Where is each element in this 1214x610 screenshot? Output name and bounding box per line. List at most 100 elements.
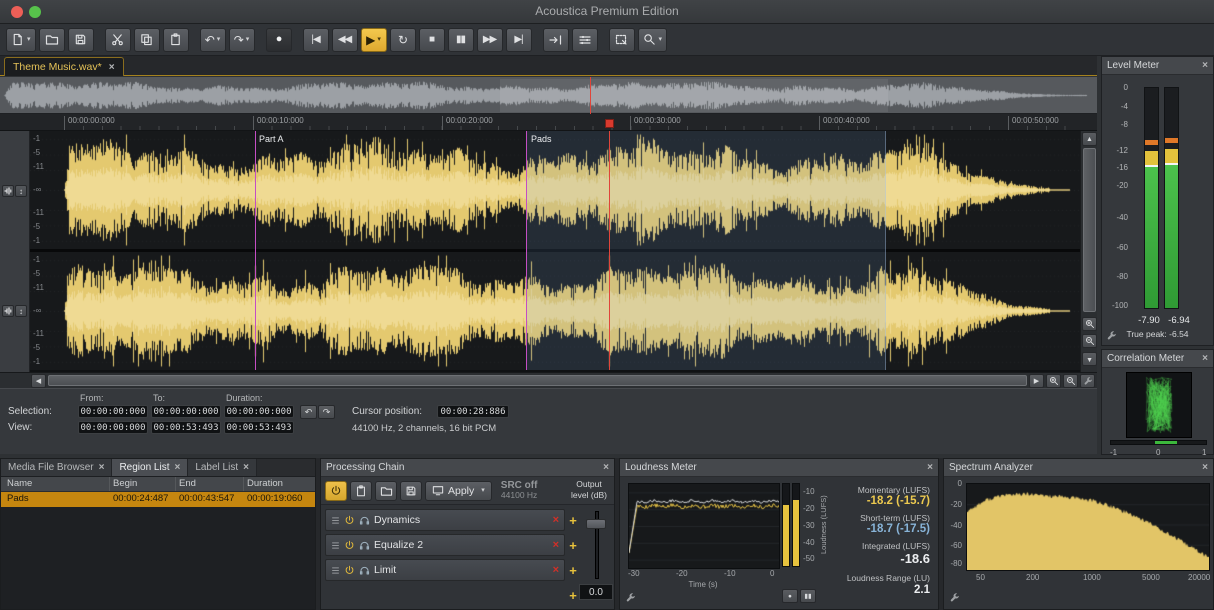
play-button[interactable]: ▶▾ (361, 28, 387, 52)
channel1-resize-button[interactable]: ↕ (15, 185, 27, 197)
chain-item-row[interactable]: Limit × + (325, 559, 581, 581)
processing-chain-header[interactable]: Processing Chain × (321, 459, 614, 477)
selection-to-value[interactable]: 00:00:00:000 (151, 405, 221, 418)
tab-label-list[interactable]: Label List× (188, 459, 257, 476)
remove-effect-icon[interactable]: × (553, 514, 559, 526)
save-file-button[interactable] (68, 28, 94, 52)
channel2-options-button[interactable] (2, 305, 14, 317)
remove-effect-icon[interactable]: × (553, 539, 559, 551)
playhead-marker-handle[interactable] (605, 119, 614, 128)
cut-button[interactable] (105, 28, 131, 52)
region-list-column-header[interactable]: Name Begin End Duration (1, 477, 315, 492)
stop-button[interactable]: ■ (419, 28, 445, 52)
close-panel-icon[interactable]: × (1202, 462, 1208, 473)
chain-save-button[interactable] (400, 481, 422, 501)
rewind-button[interactable]: ◀◀ (332, 28, 358, 52)
view-settings-button[interactable] (1080, 374, 1095, 388)
loudness-meter-header[interactable]: Loudness Meter × (620, 459, 938, 477)
channel1-options-button[interactable] (2, 185, 14, 197)
waveform-display[interactable]: -1 -5 -11 -∞ -11 -5 -1 -1 -5 -11 -∞ -11 … (30, 131, 1080, 372)
drag-handle-icon[interactable] (331, 566, 340, 575)
wrench-icon[interactable] (949, 592, 960, 603)
document-tab[interactable]: Theme Music.wav* × (4, 57, 124, 76)
marker-line-part-a[interactable] (255, 131, 256, 370)
paste-button[interactable] (163, 28, 189, 52)
close-panel-icon[interactable]: × (1202, 60, 1208, 71)
selection-from-value[interactable]: 00:00:00:000 (78, 405, 148, 418)
selection-tool-button[interactable] (609, 28, 635, 52)
chain-copy-button[interactable] (350, 481, 372, 501)
new-file-button[interactable]: ▾ (6, 28, 36, 52)
chain-item[interactable]: Equalize 2 × (325, 534, 565, 556)
column-name[interactable]: Name (7, 478, 32, 489)
effect-rack-button[interactable] (572, 28, 598, 52)
go-to-end-button[interactable]: ▶| (506, 28, 532, 52)
correlation-meter-header[interactable]: Correlation Meter × (1102, 350, 1213, 368)
wrench-icon[interactable] (625, 592, 636, 603)
remove-effect-icon[interactable]: × (553, 564, 559, 576)
region-list-body[interactable]: Pads 00:00:24:487 00:00:43:547 00:00:19:… (1, 492, 315, 609)
chain-item[interactable]: Limit × (325, 559, 565, 581)
tab-region-list[interactable]: Region List× (112, 459, 188, 476)
column-end[interactable]: End (179, 478, 196, 489)
copy-button[interactable] (134, 28, 160, 52)
record-button[interactable]: ● (266, 28, 292, 52)
selection-undo-button[interactable]: ↶ (300, 405, 317, 419)
scroll-up-button[interactable]: ▲ (1082, 132, 1097, 146)
chain-item-row[interactable]: Dynamics × + (325, 509, 581, 531)
horizontal-scrollbar[interactable]: ◀ ▶ (0, 372, 1097, 388)
timeline-ruler[interactable]: 00:00:00:000 00:00:10:000 00:00:20:000 0… (0, 114, 1097, 131)
scrub-tool-button[interactable] (543, 28, 569, 52)
close-tab-icon[interactable]: × (243, 462, 249, 473)
meter-start-button[interactable]: ● (782, 589, 798, 603)
power-icon[interactable] (344, 515, 355, 526)
close-document-icon[interactable]: × (109, 62, 115, 73)
redo-button[interactable]: ↷▾ (229, 28, 255, 52)
scroll-right-button[interactable]: ▶ (1029, 374, 1044, 388)
selection-region[interactable] (526, 131, 886, 370)
vertical-scrollbar[interactable]: ▲ ▲ (1080, 131, 1097, 372)
zoom-window-button[interactable] (29, 6, 41, 18)
meter-pause-button[interactable]: ▮▮ (800, 589, 816, 603)
add-effect-icon[interactable]: + (565, 513, 581, 528)
go-to-start-button[interactable]: |◀ (303, 28, 329, 52)
marker-line-pads[interactable] (526, 131, 527, 370)
tab-media-file-browser[interactable]: Media File Browser× (1, 459, 112, 476)
level-meter-header[interactable]: Level Meter × (1102, 57, 1213, 75)
vertical-zoom-in-button[interactable] (1082, 317, 1097, 331)
add-effect-icon[interactable]: + (565, 538, 581, 553)
apply-button[interactable]: Apply ▾ (425, 481, 492, 501)
add-effect-icon[interactable]: + (565, 563, 581, 578)
channel2-resize-button[interactable]: ↕ (15, 305, 27, 317)
close-panel-icon[interactable]: × (603, 462, 609, 473)
chain-item-row[interactable]: Equalize 2 × + (325, 534, 581, 556)
view-duration-value[interactable]: 00:00:53:493 (224, 421, 294, 434)
view-from-value[interactable]: 00:00:00:000 (78, 421, 148, 434)
undo-button[interactable]: ↶▾ (200, 28, 226, 52)
output-level-value[interactable]: 0.0 (579, 584, 613, 600)
close-tab-icon[interactable]: × (174, 462, 180, 473)
headphones-icon[interactable] (359, 540, 370, 551)
output-level-slider-thumb[interactable] (586, 519, 606, 529)
selection-duration-value[interactable]: 00:00:00:000 (224, 405, 294, 418)
open-file-button[interactable] (39, 28, 65, 52)
drag-handle-icon[interactable] (331, 516, 340, 525)
close-window-button[interactable] (11, 6, 23, 18)
column-begin[interactable]: Begin (113, 478, 137, 489)
selection-redo-button[interactable]: ↷ (318, 405, 335, 419)
headphones-icon[interactable] (359, 565, 370, 576)
chain-power-button[interactable] (325, 481, 347, 501)
region-row-selected[interactable]: Pads 00:00:24:487 00:00:43:547 00:00:19:… (1, 492, 315, 507)
close-panel-icon[interactable]: × (927, 462, 933, 473)
headphones-icon[interactable] (359, 515, 370, 526)
chain-item[interactable]: Dynamics × (325, 509, 565, 531)
chain-load-button[interactable] (375, 481, 397, 501)
pause-button[interactable]: ▮▮ (448, 28, 474, 52)
power-icon[interactable] (344, 540, 355, 551)
close-panel-icon[interactable]: × (1202, 353, 1208, 364)
cursor-position-value[interactable]: 00:00:28:886 (437, 405, 509, 418)
scroll-down-button[interactable]: ▲ (1082, 352, 1097, 366)
horizontal-zoom-in-button[interactable] (1046, 374, 1061, 388)
spectrum-analyzer-header[interactable]: Spectrum Analyzer × (944, 459, 1213, 477)
horizontal-scroll-thumb[interactable] (48, 375, 1027, 386)
